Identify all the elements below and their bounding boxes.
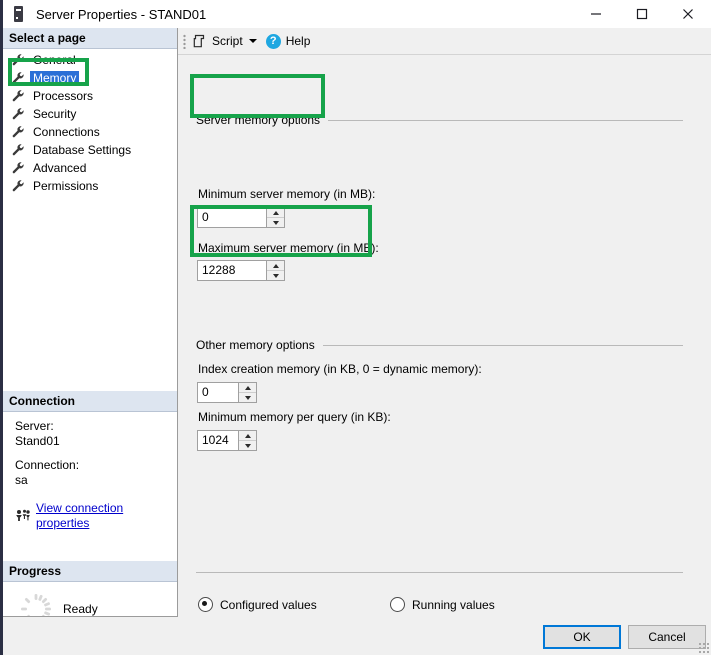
help-button-label[interactable]: Help <box>286 34 311 48</box>
group-label: Server memory options <box>196 113 321 127</box>
minimize-button[interactable] <box>573 0 619 28</box>
server-memory-options-group-header: Server memory options <box>196 113 701 127</box>
sidebar-item-label: Permissions <box>33 178 99 193</box>
sidebar-item-memory[interactable]: Memory <box>3 69 177 87</box>
sidebar-item-label: Database Settings <box>33 142 132 157</box>
resize-grip[interactable] <box>698 642 709 653</box>
window-controls <box>573 0 711 28</box>
script-icon <box>192 34 207 49</box>
stepper-buttons[interactable] <box>238 431 256 450</box>
wrench-icon <box>11 107 25 121</box>
wrench-icon <box>11 89 25 103</box>
page-list: General Memory Processors Security Conne… <box>3 49 177 195</box>
group-divider <box>322 344 683 346</box>
stepper-up-button[interactable] <box>267 208 284 218</box>
min-server-memory-stepper[interactable]: 0 <box>197 207 285 228</box>
progress-section: Progress Ready <box>3 561 177 616</box>
maximize-button[interactable] <box>619 0 665 28</box>
sidebar-item-database-settings[interactable]: Database Settings <box>3 141 177 159</box>
sidebar-item-label: Security <box>33 106 77 121</box>
wrench-icon <box>11 71 25 85</box>
sidebar-item-advanced[interactable]: Advanced <box>3 159 177 177</box>
group-divider <box>328 119 683 121</box>
connection-people-icon <box>15 509 31 523</box>
stepper-up-button[interactable] <box>239 383 256 393</box>
other-memory-options-group-header: Other memory options <box>196 338 701 352</box>
toolbar: Script ? Help <box>178 28 711 55</box>
stepper-up-button[interactable] <box>239 431 256 441</box>
running-values-label: Running values <box>412 597 495 612</box>
memory-page-content: Server memory options Minimum server mem… <box>178 55 711 617</box>
max-server-memory-label: Maximum server memory (in MB): <box>198 241 379 255</box>
wrench-icon <box>11 53 25 67</box>
connection-body: Server: Stand01 Connection: sa View conn… <box>3 412 177 531</box>
chevron-down-icon[interactable] <box>248 39 257 43</box>
running-values-radio[interactable]: Running values <box>390 597 495 612</box>
configured-values-label: Configured values <box>220 597 317 612</box>
sidebar-item-connections[interactable]: Connections <box>3 123 177 141</box>
wrench-icon <box>11 143 25 157</box>
progress-status: Ready <box>63 602 98 616</box>
stepper-down-button[interactable] <box>239 441 256 450</box>
stepper-down-button[interactable] <box>267 271 284 280</box>
select-page-header: Select a page <box>3 28 177 49</box>
sidebar-item-permissions[interactable]: Permissions <box>3 177 177 195</box>
configured-values-radio[interactable]: Configured values <box>198 597 317 612</box>
min-memory-per-query-value[interactable]: 1024 <box>198 431 238 450</box>
progress-spinner-icon <box>19 592 53 616</box>
connection-section: Connection Server: Stand01 Connection: s… <box>3 391 177 531</box>
toolbar-grip <box>183 33 186 49</box>
stepper-buttons[interactable] <box>266 261 284 280</box>
server-properties-dialog: Server Properties - STAND01 Select a pag… <box>0 0 711 655</box>
stepper-buttons[interactable] <box>266 208 284 227</box>
stepper-buttons[interactable] <box>238 383 256 402</box>
sidebar-item-label: Processors <box>33 88 94 103</box>
radio-indicator[interactable] <box>198 597 213 612</box>
server-value: Stand01 <box>15 434 60 448</box>
connection-header: Connection <box>3 391 177 412</box>
min-server-memory-value[interactable]: 0 <box>198 208 266 227</box>
index-creation-memory-label: Index creation memory (in KB, 0 = dynami… <box>198 362 482 376</box>
sidebar-item-label: General <box>33 52 76 67</box>
connection-value: sa <box>15 473 28 487</box>
footer-divider <box>196 572 683 573</box>
index-creation-memory-value[interactable]: 0 <box>198 383 238 402</box>
server-label: Server: <box>15 419 54 433</box>
sidebar-item-label: Memory <box>30 70 80 86</box>
sidebar: Select a page General Memory Processors <box>3 28 178 617</box>
max-server-memory-value[interactable]: 12288 <box>198 261 266 280</box>
help-question-icon[interactable]: ? <box>265 33 281 49</box>
index-creation-memory-stepper[interactable]: 0 <box>197 382 257 403</box>
sidebar-item-general[interactable]: General <box>3 51 177 69</box>
main-panel: Script ? Help Server memory options Mini… <box>178 28 711 617</box>
radio-indicator[interactable] <box>390 597 405 612</box>
max-server-memory-stepper[interactable]: 12288 <box>197 260 285 281</box>
min-memory-per-query-stepper[interactable]: 1024 <box>197 430 257 451</box>
stepper-up-button[interactable] <box>267 261 284 271</box>
sidebar-item-label: Advanced <box>33 160 87 175</box>
sidebar-item-label: Connections <box>33 124 100 139</box>
wrench-icon <box>11 179 25 193</box>
close-button[interactable] <box>665 0 711 28</box>
min-server-memory-label: Minimum server memory (in MB): <box>198 187 376 201</box>
cancel-button[interactable]: Cancel <box>628 625 706 649</box>
dialog-footer: OK Cancel <box>3 617 711 655</box>
sidebar-item-security[interactable]: Security <box>3 105 177 123</box>
view-connection-properties-link[interactable]: View connection properties <box>36 501 177 531</box>
title-bar: Server Properties - STAND01 <box>3 0 711 28</box>
connection-label: Connection: <box>15 458 80 472</box>
server-tower-icon <box>12 6 26 22</box>
sidebar-item-processors[interactable]: Processors <box>3 87 177 105</box>
progress-header: Progress <box>3 561 177 582</box>
min-memory-per-query-label: Minimum memory per query (in KB): <box>198 410 391 424</box>
window-title: Server Properties - STAND01 <box>36 6 207 22</box>
wrench-icon <box>11 161 25 175</box>
ok-button[interactable]: OK <box>543 625 621 649</box>
script-button-label[interactable]: Script <box>212 34 243 48</box>
stepper-down-button[interactable] <box>239 393 256 402</box>
wrench-icon <box>11 125 25 139</box>
stepper-down-button[interactable] <box>267 218 284 227</box>
group-label: Other memory options <box>196 338 315 352</box>
